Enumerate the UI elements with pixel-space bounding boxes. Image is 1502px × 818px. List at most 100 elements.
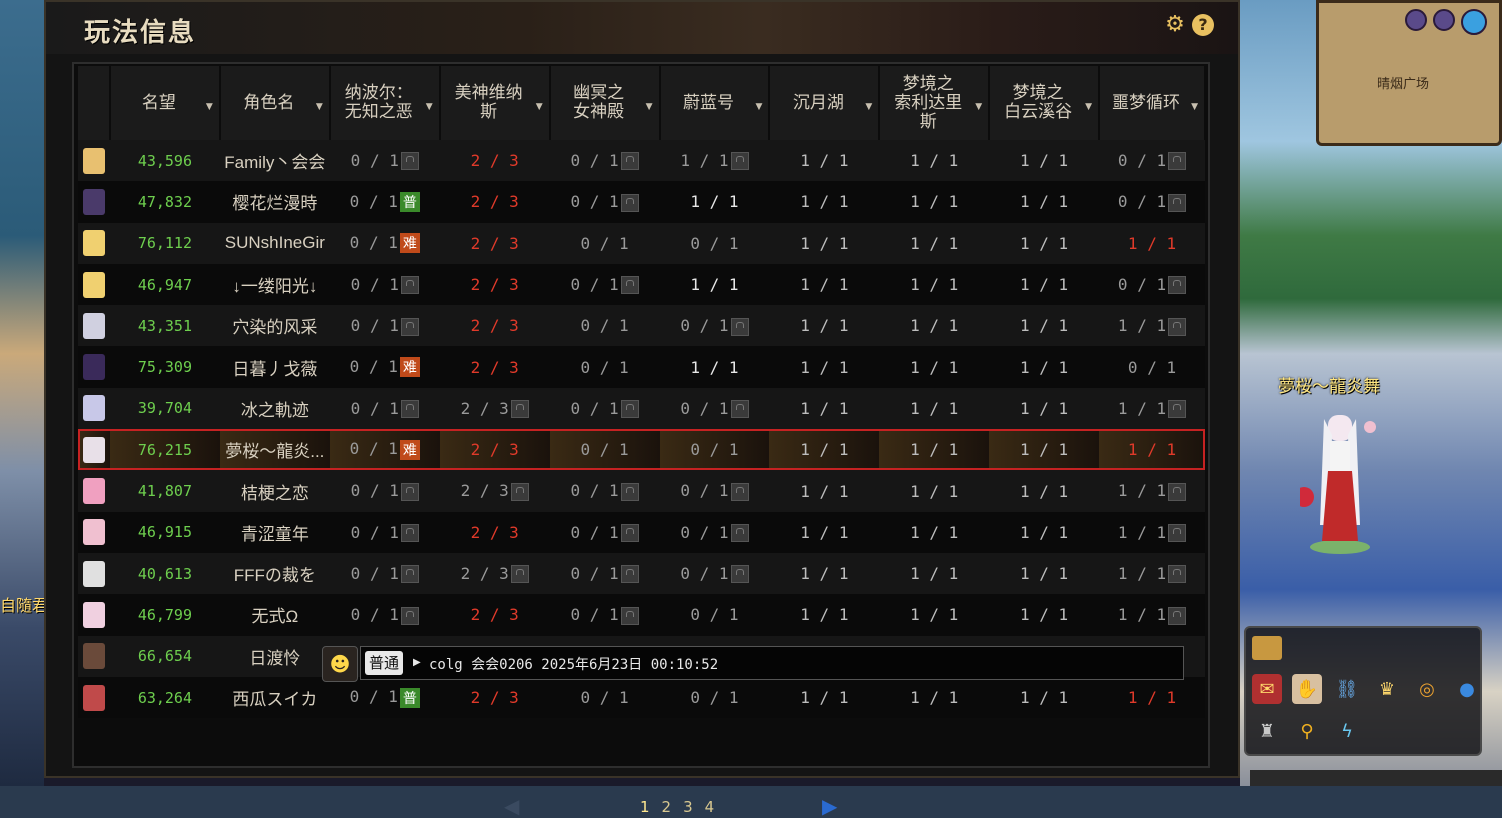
progress-cell: 2 / 3	[439, 263, 550, 306]
channel-arrow-icon[interactable]: ▶	[413, 657, 421, 668]
column-header-4[interactable]: 美神维纳 斯 ▼	[439, 66, 551, 140]
progress-cell: 0 / 1普	[329, 181, 440, 223]
crown-icon[interactable]: ♛	[1372, 674, 1402, 704]
avatar-cell	[78, 387, 110, 430]
table-row[interactable]: 47,832 樱花烂漫時 0 / 1普2 / 30 / 11 / 11 / 11 /…	[78, 181, 1205, 223]
sort-arrow-icon[interactable]: ▼	[1085, 98, 1092, 117]
sort-arrow-icon[interactable]: ▼	[756, 98, 763, 117]
column-header-3[interactable]: 纳波尔： 无知之恶 ▼	[329, 66, 441, 140]
table-row[interactable]: 46,799 无式Ω 0 / 1 2 / 3 0 / 1 0 / 1 1 / 1 1 / 1 1…	[78, 594, 1205, 636]
orb-icon[interactable]	[1405, 9, 1427, 31]
next-page-button[interactable]: ▶	[822, 794, 837, 818]
column-header-8[interactable]: 梦境之 索利达里 斯 ▼	[879, 66, 991, 140]
handshake-icon[interactable]: ✋	[1292, 674, 1322, 704]
minimap[interactable]: 晴烟广场	[1316, 0, 1502, 146]
progress-value: 1 / 1	[910, 605, 959, 625]
character-name: 日渡怜	[219, 635, 330, 677]
crystal-orb-icon[interactable]	[1461, 9, 1487, 35]
progress-value: 2 / 3	[470, 316, 519, 336]
table-row[interactable]: 41,807 桔梗之恋 0 / 1 2 / 3 0 / 1 0 / 1 1 / 1 1 / 1…	[78, 470, 1205, 512]
sort-arrow-icon[interactable]: ▼	[206, 98, 213, 117]
progress-cell: 1 / 1	[659, 263, 770, 306]
progress-cell: 1 / 1	[769, 222, 880, 264]
armor-icon[interactable]: ♜	[1252, 716, 1282, 746]
progress-value: 1 / 1	[690, 275, 739, 295]
prev-page-button[interactable]: ◀	[504, 794, 519, 818]
avatar-cell	[78, 676, 110, 719]
map-pin-icon[interactable]: ⚲	[1292, 716, 1322, 746]
chat-input[interactable]: 普通 ▶ colg 会会0206 2025年6月23日 00:10:52	[360, 646, 1184, 680]
sort-arrow-icon[interactable]: ▼	[536, 98, 543, 117]
progress-value: 0 / 1	[690, 688, 739, 707]
emoji-icon[interactable]: ☻	[322, 646, 358, 682]
pagination: ◀ 1234 ▶	[74, 794, 1208, 818]
progress-cell: 1 / 1	[879, 305, 990, 347]
column-header-1[interactable]: 名望 ▼	[109, 66, 221, 140]
progress-value: 1 / 1	[1117, 316, 1167, 336]
progress-value: 1 / 1	[800, 605, 849, 625]
blue-orb-icon[interactable]: ●	[1452, 674, 1482, 704]
gear-icon[interactable]: ⚙	[1164, 14, 1186, 36]
progress-value: 1 / 1	[800, 275, 849, 295]
table-row[interactable]: 40,613 FFFの裁を 0 / 1 2 / 3 0 / 1 0 / 1 1 / 1 1 /…	[78, 552, 1205, 595]
table-row[interactable]: 63,264 西瓜スイカ 0 / 1普2 / 30 / 10 / 11 / 11 /…	[78, 676, 1205, 719]
chat-channel-selector[interactable]: 普通	[365, 651, 404, 675]
page-number[interactable]: 4	[705, 798, 715, 816]
table-row[interactable]: 46,947 ↓一缕阳光↓ 0 / 1 2 / 3 0 / 1 1 / 1 1 / 1 1 /…	[78, 263, 1205, 306]
table-row[interactable]: 76,215 夢桜～龍炎... 0 / 1难2 / 30 / 10 / 11 / 1…	[78, 429, 1205, 471]
progress-value: 1 / 1	[910, 688, 959, 707]
mail-icon[interactable]: ✉	[1252, 674, 1282, 704]
link-icon[interactable]: ⛓	[1332, 674, 1362, 704]
progress-cell: 1 / 1	[879, 552, 990, 595]
column-header-10[interactable]: 噩梦循环 ▼	[1099, 66, 1206, 140]
page-number[interactable]: 2	[662, 798, 672, 816]
progress-value: 1 / 1	[910, 440, 959, 460]
table-row[interactable]: 43,596 Family丶会会 0 / 1 2 / 3 0 / 1 1 / 1 1 / 1…	[78, 140, 1205, 182]
player-character-sprite[interactable]	[1300, 405, 1380, 555]
progress-value: 0 / 1	[570, 274, 619, 294]
column-header-7[interactable]: 沉月湖 ▼	[769, 66, 881, 140]
column-header-2[interactable]: 角色名 ▼	[219, 66, 331, 140]
progress-value: 1 / 1	[800, 357, 849, 377]
sort-arrow-icon[interactable]: ▼	[865, 98, 872, 117]
column-header-6[interactable]: 蔚蓝号 ▼	[659, 66, 771, 140]
minimap-orbs	[1405, 9, 1487, 35]
table-row[interactable]: 75,309 日暮丿戈薇 0 / 1难2 / 30 / 11 / 11 / 11 /…	[78, 346, 1205, 388]
table-row[interactable]: 43,351 穴染的风采 0 / 1 2 / 3 0 / 1 0 / 1 1 / 1 1 / …	[78, 305, 1205, 347]
progress-value: 0 / 1	[350, 398, 399, 418]
table-row[interactable]: 39,704 冰之軌迹 0 / 1 2 / 3 0 / 1 0 / 1 1 / 1 1 / 1…	[78, 387, 1205, 430]
table-row[interactable]: 46,915 青涩童年 0 / 1 2 / 3 0 / 1 0 / 1 1 / 1 1 / 1…	[78, 511, 1205, 553]
minimap-location: 晴烟广场	[1377, 77, 1430, 92]
dash-icon[interactable]: ϟ	[1332, 716, 1362, 746]
lock-icon	[1168, 565, 1187, 584]
orb-icon[interactable]	[1433, 9, 1455, 31]
sort-arrow-icon[interactable]: ▼	[426, 98, 433, 117]
column-header-9[interactable]: 梦境之 白云溪谷 ▼	[989, 66, 1101, 140]
progress-cell: 0 / 1	[329, 387, 440, 430]
progress-cell: 0 / 1	[329, 552, 440, 595]
sort-arrow-icon[interactable]: ▼	[975, 98, 982, 117]
page-number[interactable]: 1	[640, 798, 650, 816]
progress-value: 0 / 1	[570, 481, 619, 501]
sort-arrow-icon[interactable]: ▼	[1191, 98, 1198, 117]
progress-cell: 1 / 1	[989, 594, 1100, 636]
lock-icon	[1168, 276, 1187, 295]
lock-icon	[1168, 193, 1187, 212]
avatar	[82, 147, 105, 174]
page-number[interactable]: 3	[683, 798, 693, 816]
help-icon[interactable]: ?	[1192, 14, 1214, 36]
table-row[interactable]: 76,112 SUNshIneGir 0 / 1难2 / 30 / 10 / 11 …	[78, 222, 1205, 264]
progress-cell: 1 / 1	[989, 429, 1100, 471]
column-header-5[interactable]: 幽冥之 女神殿 ▼	[549, 66, 661, 140]
progress-cell: 0 / 1	[659, 594, 770, 636]
progress-value: 0 / 1	[690, 440, 739, 460]
progress-cell: 1 / 1	[879, 222, 990, 264]
avatar-cell	[78, 346, 110, 388]
chest-icon[interactable]	[1252, 636, 1282, 660]
progress-cell: 0 / 1	[1099, 181, 1205, 223]
sort-arrow-icon[interactable]: ▼	[646, 98, 653, 117]
sort-arrow-icon[interactable]: ▼	[316, 98, 323, 117]
coin-icon[interactable]: ◎	[1412, 674, 1442, 704]
lock-icon	[510, 482, 529, 501]
avatar	[82, 643, 105, 670]
